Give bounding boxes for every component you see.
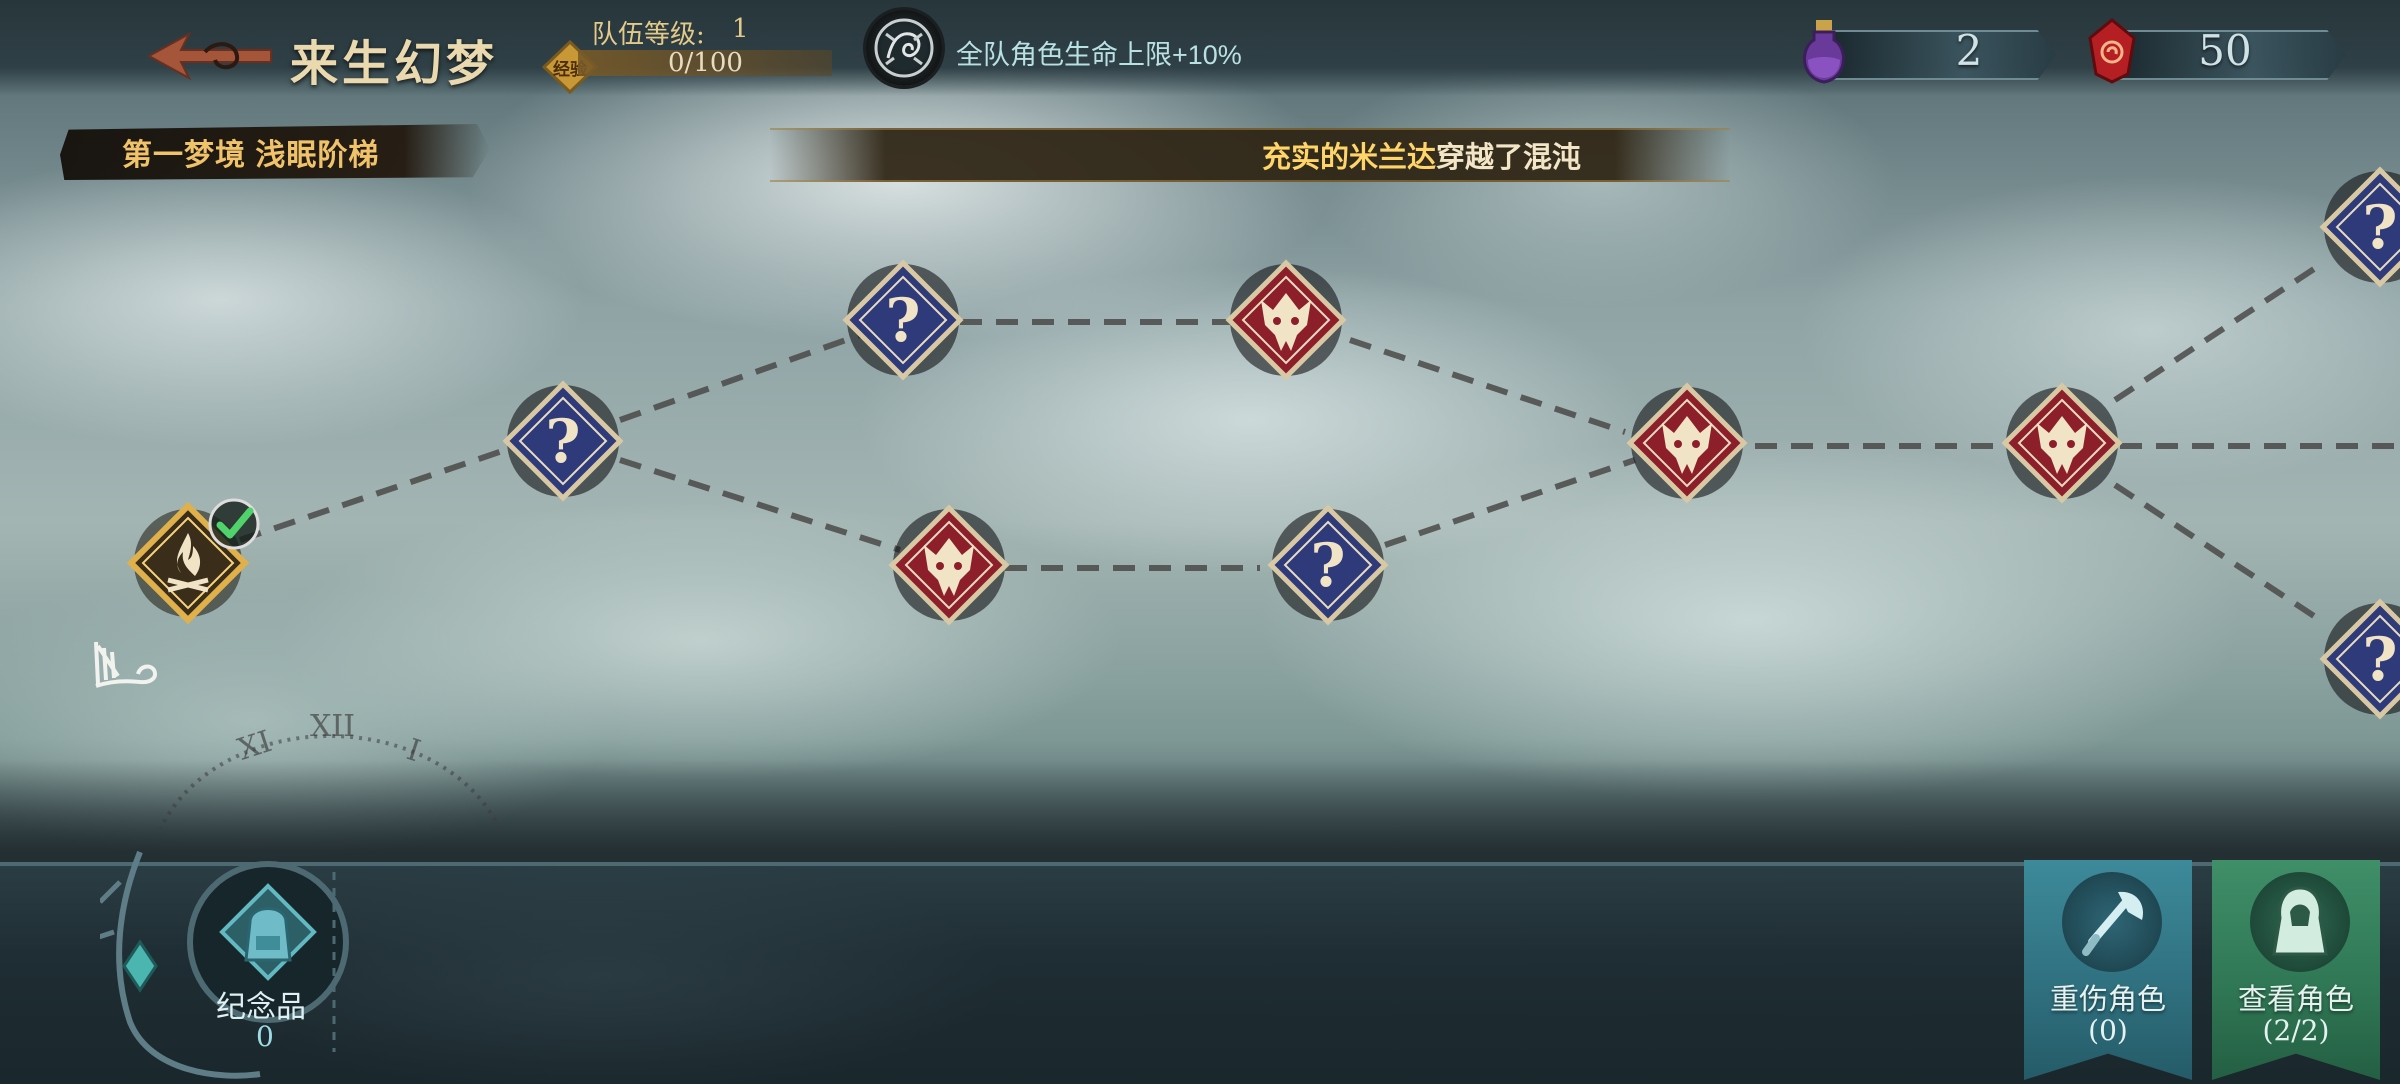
path-line [239,442,521,543]
stage-name: 第一梦境 浅眠阶梯 [122,139,380,172]
clock-decoration: XI XII I [158,709,502,830]
question-mark-icon: ? [2319,598,2400,720]
svg-text:?: ? [2362,193,2397,263]
view-characters-count: (2/2) [2262,1014,2330,1047]
battle-node[interactable] [1622,378,1752,508]
checkmark-icon [208,498,260,550]
path-line [2113,262,2322,403]
souvenir-count: 0 [256,1020,274,1053]
clock-numeral: I [403,732,425,769]
path-line [2113,482,2322,623]
clock-numeral: XII [310,709,355,744]
backpack-icon [244,907,292,962]
team-buff-text: 全队角色生命上限+10% [956,40,1242,70]
path-line [1384,457,1636,548]
svg-text:?: ? [885,286,920,356]
injured-characters-label: 重伤角色 [2049,984,2166,1016]
view-characters-label: 查看角色 [2237,984,2354,1016]
monster-skull-icon [888,504,1010,626]
question-mark-icon: ? [1267,504,1389,626]
broadcast-message: 充实的米兰达穿越了混沌 [1262,134,1581,176]
quill-marker-icon [94,641,157,688]
monster-skull-icon [1225,259,1347,381]
question-mark-icon: ? [2319,166,2400,288]
mystery-node[interactable]: ? [2315,162,2400,292]
svg-text:?: ? [2362,625,2397,695]
team-level-label: 队伍等级: [592,20,705,50]
mystery-node[interactable]: ? [498,376,628,506]
mystery-node[interactable]: ? [838,255,968,385]
monster-skull-icon [2001,382,2123,504]
broadcast-highlight: 充实的米兰达 [1262,142,1437,174]
question-mark-icon: ? [502,380,624,502]
potion-count: 2 [1955,26,1983,75]
path-line [618,332,862,423]
question-mark-icon: ? [842,259,964,381]
exp-progress-text: 0/100 [668,48,743,78]
battle-node[interactable] [884,500,1014,630]
broadcast-ticker [770,128,1730,182]
souvenir-button[interactable] [100,842,370,1080]
path-line [619,457,901,553]
svg-text:?: ? [1310,531,1345,601]
screen-title: 来生幻梦 [290,36,499,92]
broadcast-rest: 穿越了混沌 [1436,142,1582,174]
svg-text:?: ? [545,407,580,477]
red-gem-icon [2088,18,2136,84]
back-arrow-button[interactable] [145,28,275,84]
mystery-node[interactable]: ? [2315,594,2400,724]
mystery-node[interactable]: ? [1263,500,1393,630]
team-level-value: 1 [732,14,749,44]
injured-characters-count: (0) [2088,1014,2128,1047]
broken-axe-icon [2062,872,2162,972]
potion-icon [1803,20,1845,84]
buff-emblem-icon[interactable] [866,10,942,86]
clock-numeral: XI [234,724,276,768]
path-line [1349,337,1626,435]
monster-skull-icon [1626,382,1748,504]
gem-count: 50 [2198,26,2252,75]
battle-node[interactable] [1997,378,2127,508]
battle-node[interactable] [1221,255,1351,385]
hooded-figure-icon [2250,872,2350,972]
